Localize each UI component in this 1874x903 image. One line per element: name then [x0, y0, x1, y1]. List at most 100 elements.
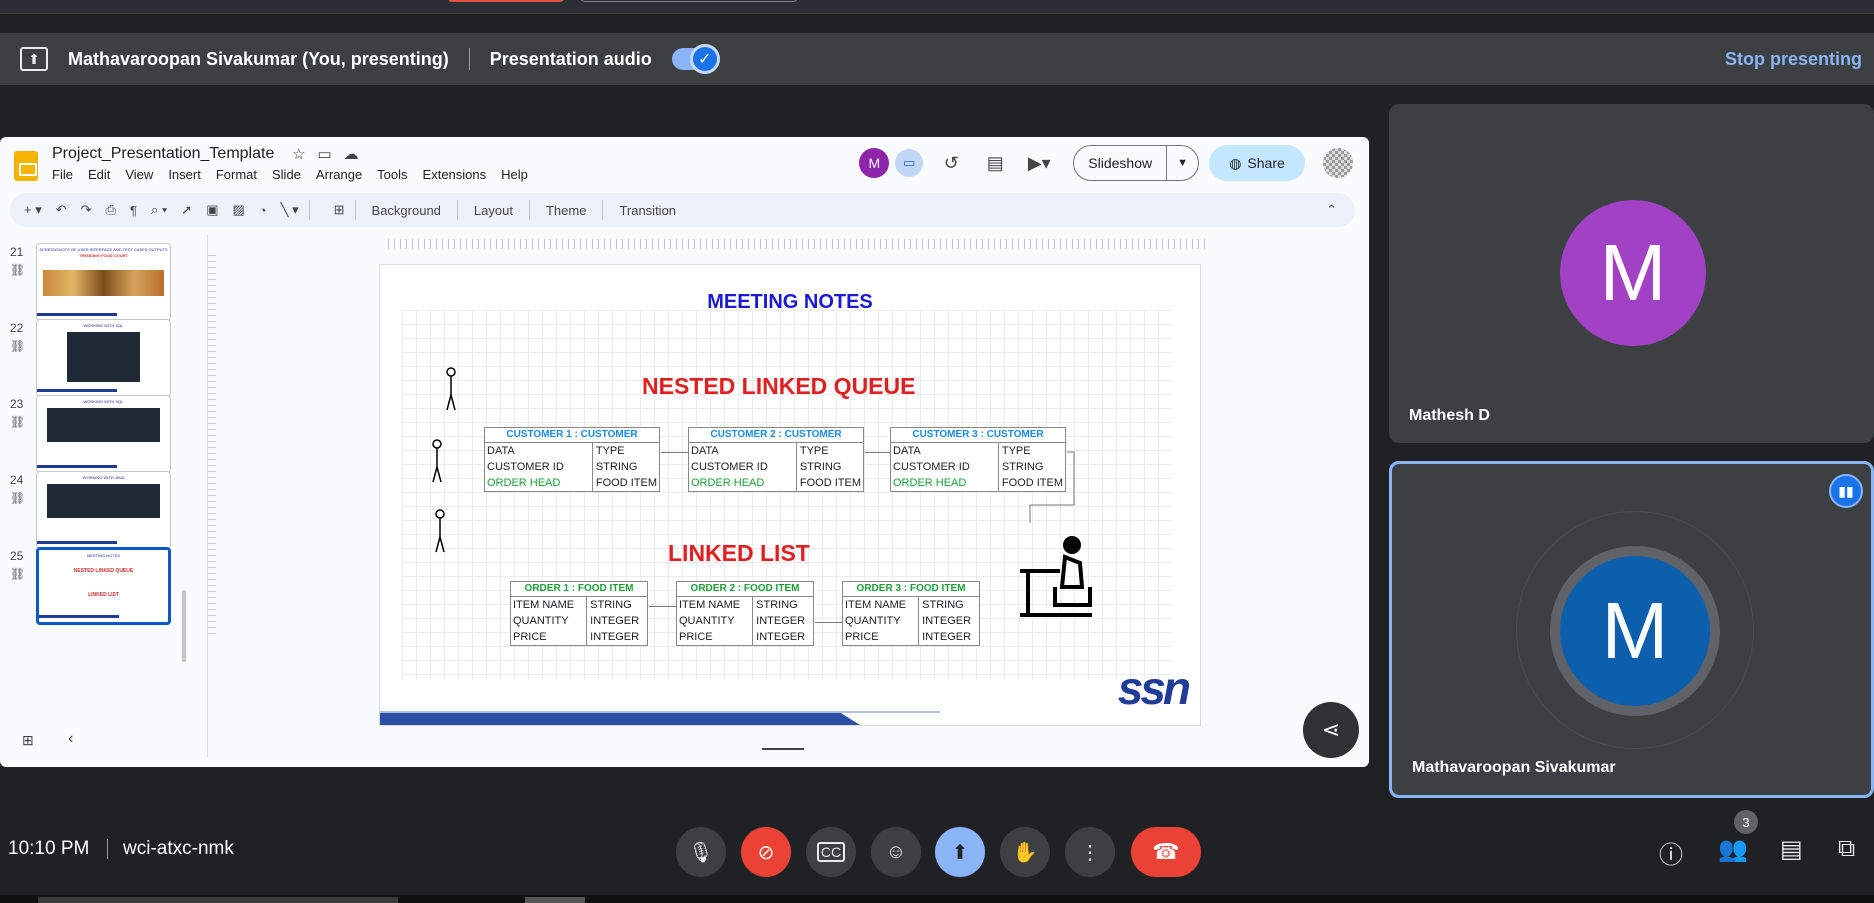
thumbnail-row[interactable]: 23 ⛓ WORKING WITH SQL — [0, 395, 172, 477]
cloud-status-icon[interactable]: ☁ — [344, 146, 371, 163]
theme-button[interactable]: Theme — [546, 203, 586, 218]
menu-tools[interactable]: Tools — [377, 167, 407, 182]
share-button[interactable]: ◍ Share — [1209, 145, 1305, 181]
thumbnail-row-selected[interactable]: 25 ⛓ MEETING NOTES NESTED LINKED QUEUE L… — [0, 547, 172, 629]
collapse-filmstrip-icon[interactable]: ‹ — [68, 730, 73, 748]
menu-edit[interactable]: Edit — [88, 167, 110, 182]
undo-icon[interactable]: ↶ — [56, 202, 67, 218]
slide-thumbnail[interactable]: WORKING WITH SQL — [36, 319, 171, 397]
share-label: Share — [1247, 155, 1285, 171]
meet-camera-icon[interactable]: ▶▾ — [1023, 153, 1055, 174]
menu-insert[interactable]: Insert — [168, 167, 201, 182]
camera-off-icon: ⊘ — [757, 841, 775, 864]
shape-icon[interactable]: ◔ — [259, 203, 267, 218]
slide-thumbnail[interactable]: WORKING WITH SQL — [36, 395, 171, 473]
drag-handle[interactable] — [762, 748, 804, 750]
taskbar-item[interactable] — [38, 897, 398, 903]
version-history-icon[interactable]: ↺ — [935, 153, 967, 174]
layout-button[interactable]: Layout — [474, 203, 513, 218]
slide-number: 23 — [10, 397, 24, 411]
taskbar-item[interactable] — [525, 897, 585, 903]
top-pill-outline[interactable] — [580, 0, 798, 2]
thumbnail-row[interactable]: 24 ⛓ WORKING WITH JAVA — [0, 471, 172, 553]
menu-arrange[interactable]: Arrange — [316, 167, 362, 182]
document-title[interactable]: Project_Presentation_Template — [52, 145, 274, 163]
print-icon[interactable]: ⎙ — [106, 202, 116, 218]
field-name: PRICE — [677, 629, 754, 645]
stop-presenting-button[interactable]: Stop presenting — [1725, 49, 1862, 70]
presentation-audio-label: Presentation audio — [489, 48, 652, 69]
activities-icon[interactable]: ⧉ — [1838, 835, 1855, 863]
new-slide-icon[interactable]: + ▾ — [24, 202, 42, 218]
thumbnail-footer-bar — [37, 465, 117, 468]
thumbnail-row[interactable]: 21 ⛓ SCREENSHOTS OF USER INTERFACE AND T… — [0, 243, 172, 325]
share-icon[interactable]: ⋖ — [1303, 702, 1359, 758]
captions-button[interactable]: CC — [806, 827, 856, 877]
participant-avatar: M — [1560, 556, 1710, 706]
menu-view[interactable]: View — [125, 167, 153, 182]
microphone-button[interactable]: 🎙 — [676, 827, 726, 877]
thumbnail-title: MEETING NOTES — [86, 553, 121, 558]
redo-icon[interactable]: ↷ — [81, 202, 92, 218]
image-icon[interactable]: ▨ — [233, 202, 245, 218]
presentation-audio-toggle[interactable]: ✓ — [671, 44, 720, 74]
comments-icon[interactable]: ▤ — [979, 153, 1011, 174]
chevron-down-icon[interactable]: ▼ — [1167, 157, 1198, 169]
title-actions: ☆▭☁ — [292, 145, 371, 163]
slide-thumbnail[interactable]: SCREENSHOTS OF USER INTERFACE AND TEST C… — [36, 243, 171, 321]
leave-call-button[interactable]: ☎ — [1131, 827, 1201, 877]
field-type: STRING — [922, 599, 964, 611]
move-folder-icon[interactable]: ▭ — [317, 146, 343, 163]
comment-add-icon[interactable]: ⊞ — [334, 202, 345, 218]
thumbnail-title: SCREENSHOTS OF USER INTERFACE AND TEST C… — [39, 247, 168, 252]
menu-extensions[interactable]: Extensions — [423, 167, 487, 182]
collaborator-avatar[interactable]: M — [859, 148, 890, 178]
more-options-button[interactable]: ⋮ — [1065, 827, 1115, 877]
stick-figure-icon — [435, 509, 445, 553]
star-icon[interactable]: ☆ — [292, 146, 317, 163]
zoom-icon[interactable]: ⌕ ▾ — [151, 202, 167, 218]
toolbar-divider — [456, 200, 458, 220]
thumbnail-footer-bar — [37, 313, 117, 316]
paint-format-icon[interactable]: ¶ — [130, 203, 137, 218]
account-avatar[interactable] — [1323, 148, 1353, 178]
grid-view-icon[interactable]: ⊞ — [22, 732, 34, 749]
present-to-call-icon[interactable]: ▭ — [895, 149, 924, 177]
current-slide[interactable]: MEETING NOTES NESTED LINKED QUEUE LINKED… — [380, 265, 1200, 725]
thumbnail-footer-bar — [37, 541, 117, 544]
reactions-button[interactable]: ☺ — [871, 827, 921, 877]
menu-slide[interactable]: Slide — [272, 167, 301, 182]
meeting-controls-bar: 10:10 PM wci-atxc-nmk 🎙 ⊘ CC ☺ ⬆ ✋ ⋮ ☎ ⓘ… — [0, 805, 1874, 893]
slideshow-button[interactable]: Slideshow ▼ — [1073, 145, 1199, 181]
people-icon[interactable]: 👥 — [1718, 835, 1748, 864]
collapse-menus-icon[interactable]: ⌃ — [1326, 202, 1337, 218]
camera-off-button[interactable]: ⊘ — [741, 827, 791, 877]
captions-icon: CC — [816, 842, 846, 862]
background-button[interactable]: Background — [372, 203, 441, 218]
menu-help[interactable]: Help — [501, 167, 528, 182]
participant-tile[interactable]: M Mathesh D — [1389, 104, 1874, 443]
participant-tile-speaking[interactable]: M ▮▮ Mathavaroopan Sivakumar — [1389, 461, 1874, 798]
slides-logo-icon[interactable] — [14, 151, 38, 181]
top-pill-red[interactable] — [448, 0, 564, 2]
participant-name: Mathavaroopan Sivakumar — [1412, 759, 1616, 776]
meeting-info-icon[interactable]: ⓘ — [1659, 835, 1683, 870]
menu-format[interactable]: Format — [216, 167, 257, 182]
slide-thumbnail-selected[interactable]: MEETING NOTES NESTED LINKED QUEUE LINKED… — [36, 547, 171, 625]
chat-icon[interactable]: ▤ — [1780, 835, 1803, 864]
raise-hand-button[interactable]: ✋ — [1000, 827, 1050, 877]
thumbnail-row[interactable]: 22 ⛓ WORKING WITH SQL — [0, 319, 172, 401]
menu-file[interactable]: File — [52, 167, 73, 182]
slideshow-label[interactable]: Slideshow — [1074, 146, 1168, 180]
filmstrip-scrollbar[interactable] — [182, 590, 186, 662]
people-count-badge: 3 — [1734, 810, 1758, 834]
entity-header: ORDER 2 : FOOD ITEM — [677, 582, 813, 597]
present-now-button[interactable]: ⬆ — [935, 827, 985, 877]
text-box-icon[interactable]: ▣ — [206, 202, 218, 218]
link-icon: ⛓ — [10, 339, 26, 353]
transition-button[interactable]: Transition — [619, 203, 676, 218]
line-icon[interactable]: ╲ ▾ — [281, 202, 299, 218]
select-icon[interactable]: ➚ — [181, 202, 192, 218]
field-type: INTEGER — [756, 631, 806, 643]
slide-thumbnail[interactable]: WORKING WITH JAVA — [36, 471, 171, 549]
